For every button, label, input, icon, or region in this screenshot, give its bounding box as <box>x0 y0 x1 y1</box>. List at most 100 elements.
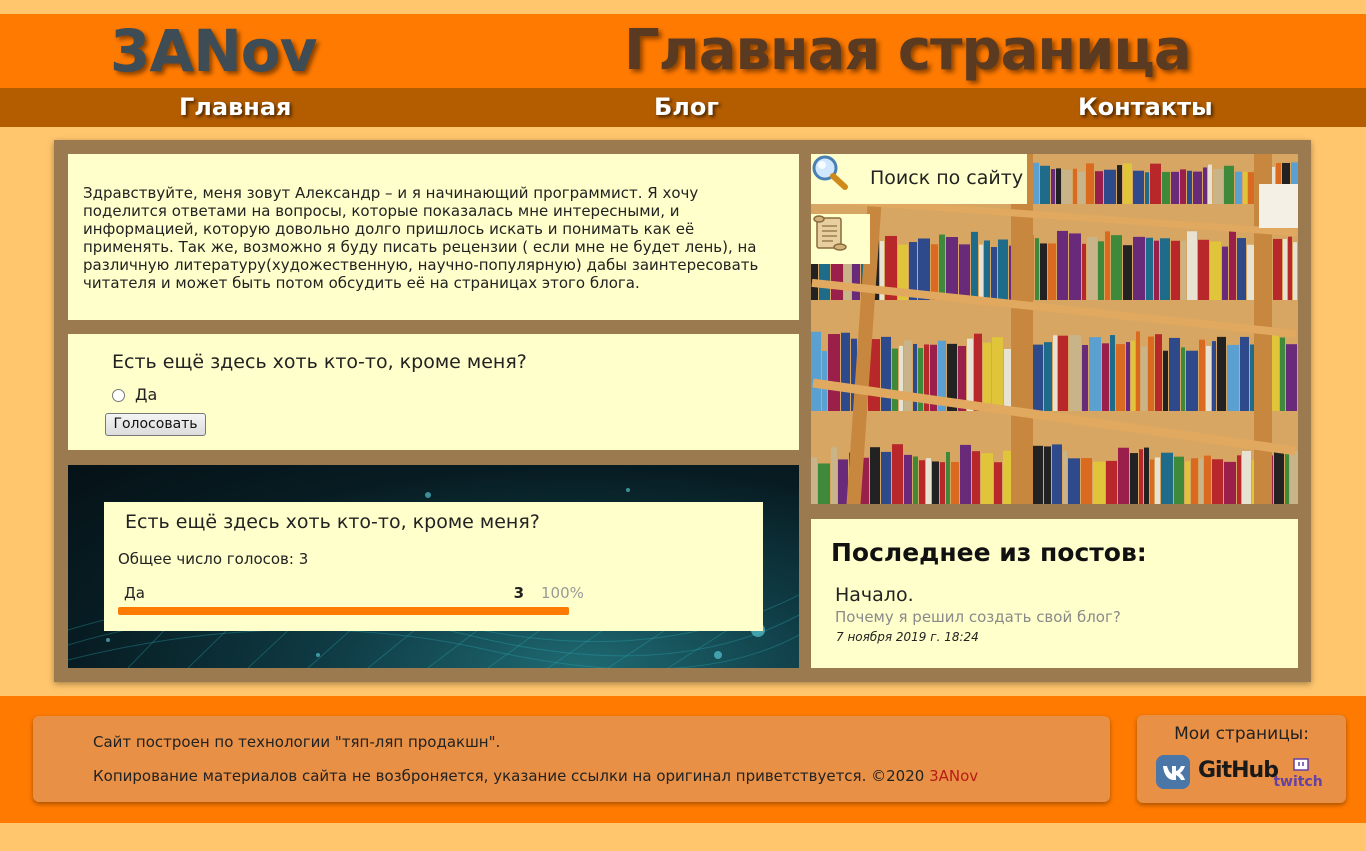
book-spine <box>1082 344 1088 411</box>
book-spine <box>1144 447 1149 504</box>
book-spine <box>1274 447 1284 504</box>
book-spine <box>1204 455 1211 504</box>
site-footer: Сайт построен по технологии "тяп-ляп про… <box>0 696 1366 823</box>
book-spine <box>1203 167 1207 204</box>
book-spine <box>1224 165 1234 204</box>
book-spine <box>919 460 925 504</box>
vk-logo <box>1163 766 1185 780</box>
github-link[interactable]: GitHub <box>1198 756 1279 786</box>
book-spine <box>1163 350 1168 411</box>
result-progress-track <box>118 607 569 615</box>
footer-technology-note: Сайт построен по технологии "тяп-ляп про… <box>93 733 501 751</box>
book-spine <box>1186 350 1198 411</box>
book-spine <box>1161 452 1173 504</box>
book-spine <box>979 244 983 300</box>
nav-item-contacts[interactable]: Контакты <box>1078 88 1213 127</box>
top-stripe <box>0 0 1366 14</box>
book-spine <box>1078 171 1085 204</box>
magnifier-icon <box>812 155 848 190</box>
book-spine <box>1248 172 1254 204</box>
book-spine <box>1185 461 1190 504</box>
book-spine <box>1044 446 1051 504</box>
book-spine <box>1058 335 1068 411</box>
results-question: Есть ещё здесь хоть кто-то, кроме меня? <box>125 511 540 533</box>
book-spine <box>972 451 980 504</box>
book-spine <box>1288 236 1292 300</box>
post-title-link[interactable]: Начало. <box>835 583 914 607</box>
book-spine <box>1126 342 1130 411</box>
book-spine <box>1187 170 1192 204</box>
book-spine <box>1105 231 1110 300</box>
book-spine <box>1150 163 1161 204</box>
vote-button[interactable]: Голосовать <box>105 413 206 436</box>
main-content: Здравствуйте, меня зовут Александр – и я… <box>54 140 1311 682</box>
social-heading: Мои страницы: <box>1174 724 1309 744</box>
archive-button[interactable] <box>811 214 870 264</box>
post-subtitle[interactable]: Почему я решил создать свой блог? <box>835 607 1121 627</box>
book-spine <box>892 348 898 411</box>
book-spine <box>1210 241 1221 300</box>
book-spine <box>1237 238 1246 300</box>
poll-option-radio[interactable] <box>112 388 125 402</box>
book-spine <box>1139 449 1143 504</box>
book-spine <box>1123 163 1132 204</box>
book-spine <box>959 244 970 300</box>
book-spine <box>1290 451 1298 504</box>
book-spine <box>1283 238 1287 300</box>
book-spine <box>841 332 850 411</box>
book-spine <box>1199 339 1205 411</box>
book-spine <box>1063 451 1067 504</box>
book-spine <box>1040 165 1050 204</box>
footer-home-link[interactable]: 3ANov <box>929 767 978 785</box>
book-spine <box>951 461 959 504</box>
book-spine <box>1053 335 1057 411</box>
book-spine <box>1145 172 1149 204</box>
scroll-icon <box>813 215 847 251</box>
main-nav: Главная Блог Контакты <box>0 88 1366 127</box>
book-spine <box>1206 345 1211 411</box>
book-spine <box>1048 243 1056 300</box>
nav-item-blog[interactable]: Блог <box>654 88 719 127</box>
book-spine <box>1044 342 1052 411</box>
book-spine <box>1174 456 1184 504</box>
book-spine <box>1193 171 1202 204</box>
result-option-percent: 100% <box>541 584 584 602</box>
bottom-stripe <box>0 823 1366 851</box>
book-spine <box>994 462 1002 504</box>
twitch-icon[interactable]: twitch <box>1274 757 1322 789</box>
book-spine <box>960 444 971 504</box>
book-spine <box>1087 237 1097 300</box>
bookshelf-illustration <box>811 154 1298 504</box>
vk-icon[interactable] <box>1156 755 1190 789</box>
book-spine <box>1199 459 1203 504</box>
book-spine <box>1133 236 1145 300</box>
book-spine <box>828 334 840 411</box>
book-spine <box>971 231 978 300</box>
book-spine <box>1123 245 1132 300</box>
poll-results-section: Есть ещё здесь хоть кто-то, кроме меня? … <box>68 465 799 668</box>
intro-text: Здравствуйте, меня зовут Александр – и я… <box>83 184 759 292</box>
book-spine <box>1130 453 1138 504</box>
footer-copyright-text: Копирование материалов сайта не возброня… <box>93 767 925 785</box>
book-spine <box>998 239 1008 300</box>
book-spine <box>946 452 950 504</box>
book-spine <box>1286 344 1297 411</box>
book-spine <box>831 447 837 504</box>
site-logo[interactable]: 3ANov <box>110 18 317 84</box>
book-spine <box>1187 231 1197 300</box>
search-label: Поиск по сайту <box>870 167 1024 189</box>
book-spine <box>1198 239 1209 300</box>
book-spine <box>1035 238 1039 300</box>
search-button[interactable]: Поиск по сайту <box>811 154 1027 204</box>
book-spine <box>1222 246 1228 300</box>
social-links: Мои страницы: GitHub twitch <box>1137 715 1346 803</box>
book-spine <box>991 247 997 300</box>
book-spine <box>1056 168 1061 204</box>
book-spine <box>1073 168 1077 204</box>
poll-option-label: Да <box>135 385 158 404</box>
book-spine <box>1057 230 1068 300</box>
nav-item-home[interactable]: Главная <box>179 88 291 127</box>
book-spine <box>1102 343 1109 411</box>
book-spine <box>1131 340 1135 411</box>
poll-option[interactable]: Да <box>112 385 157 405</box>
